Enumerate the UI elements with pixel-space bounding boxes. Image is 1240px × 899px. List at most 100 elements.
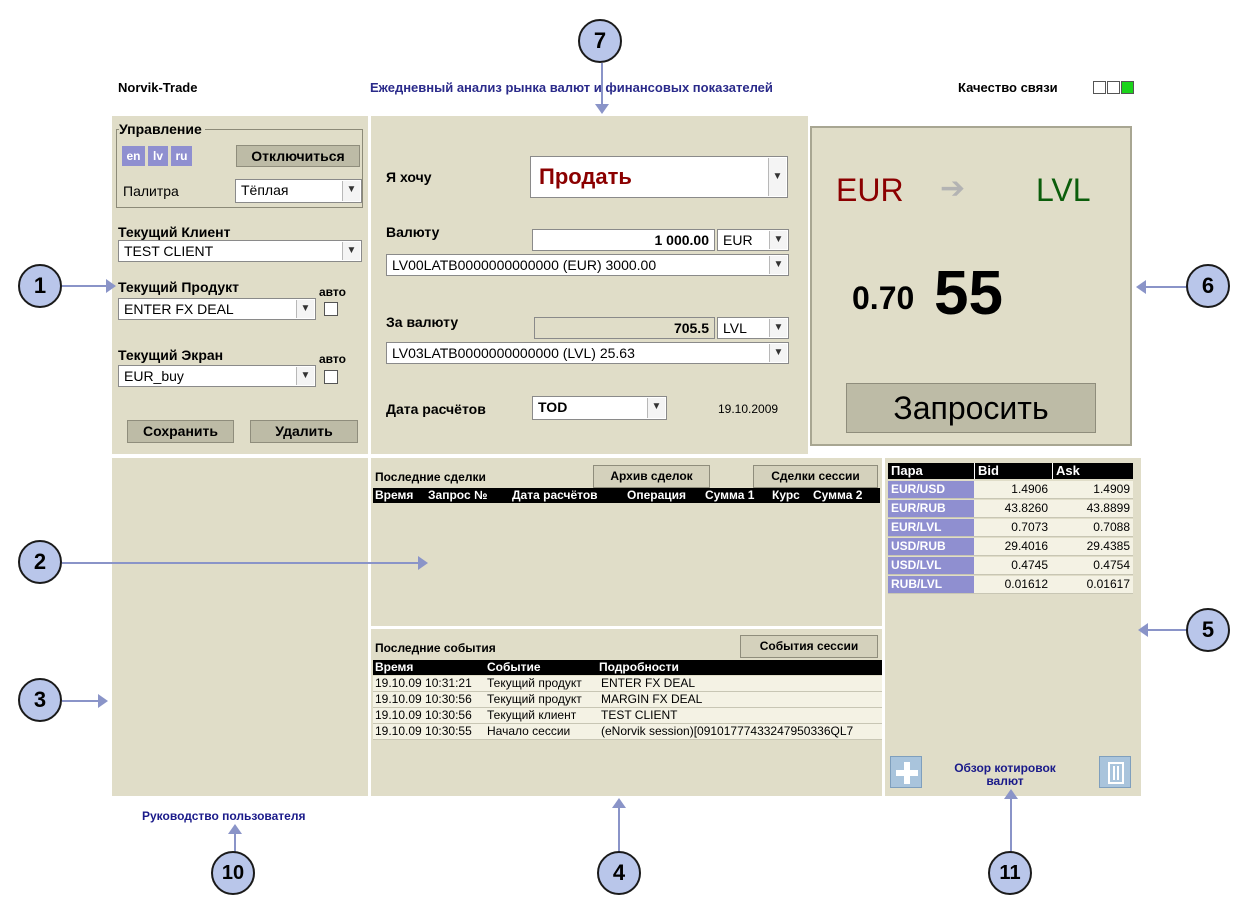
- event-name: Начало сессии: [487, 724, 571, 738]
- callout-4: 4: [597, 851, 641, 895]
- screen-label: Текущий Экран: [118, 347, 224, 363]
- chevron-down-icon: ▼: [342, 242, 360, 260]
- screen-auto-checkbox[interactable]: [324, 370, 338, 384]
- for-amount-input[interactable]: 705.5: [534, 317, 715, 339]
- lang-en-button[interactable]: en: [122, 146, 145, 166]
- quote-row[interactable]: EUR/RUB 43.8260 43.8899: [888, 500, 1133, 518]
- quote-row[interactable]: EUR/LVL 0.7073 0.7088: [888, 519, 1133, 537]
- user-guide-link[interactable]: Руководство пользователя: [142, 809, 305, 823]
- for-currency-value: LVL: [723, 320, 747, 336]
- chevron-down-icon: ▼: [769, 319, 787, 337]
- amount-input[interactable]: 1 000.00: [532, 229, 715, 251]
- quote-ask: 0.01617: [1086, 577, 1130, 591]
- arrow-left-icon: [1136, 280, 1146, 294]
- quote-row[interactable]: USD/LVL 0.4745 0.4754: [888, 557, 1133, 575]
- account-from-select[interactable]: LV00LATB0000000000000 (EUR) 3000.00 ▼: [386, 254, 789, 276]
- settlement-select[interactable]: TOD ▼: [532, 396, 667, 420]
- banner-link[interactable]: Ежедневный анализ рынка валют и финансов…: [370, 80, 773, 95]
- quote-ask: 29.4385: [1086, 539, 1130, 553]
- quote-bid: 0.4745: [1011, 558, 1048, 572]
- amount-currency-value: EUR: [723, 232, 753, 248]
- quote-row[interactable]: USD/RUB 29.4016 29.4385: [888, 538, 1133, 556]
- callout-5: 5: [1186, 608, 1230, 652]
- quote-pair: USD/RUB: [888, 538, 974, 555]
- rate-big-digits: 55: [934, 259, 1003, 328]
- screen-value: EUR_buy: [124, 368, 184, 384]
- session-trades-button[interactable]: Сделки сессии: [753, 465, 878, 488]
- add-quote-icon[interactable]: [890, 756, 922, 788]
- table-row[interactable]: 19.10.09 10:30:56 Текущий продукт MARGIN…: [373, 692, 882, 708]
- callout-6: 6: [1186, 264, 1230, 308]
- session-events-button[interactable]: События сессии: [740, 635, 878, 658]
- callout-1: 1: [18, 264, 62, 308]
- rate-small-digits: 0.70: [852, 280, 915, 316]
- request-quote-button[interactable]: Запросить: [846, 383, 1096, 433]
- col-pair: Пара: [891, 463, 923, 478]
- account-to-select[interactable]: LV03LATB0000000000000 (LVL) 25.63 ▼: [386, 342, 789, 364]
- event-name: Текущий продукт: [487, 676, 582, 690]
- disconnect-button[interactable]: Отключиться: [236, 145, 360, 167]
- client-select[interactable]: TEST CLIENT ▼: [118, 240, 362, 262]
- event-name: Текущий клиент: [487, 708, 577, 722]
- col-request-no: Запрос №: [428, 488, 488, 502]
- quote-row[interactable]: EUR/USD 1.4906 1.4909: [888, 481, 1133, 499]
- callout-7: 7: [578, 19, 622, 63]
- callout-4-connector: [618, 806, 620, 856]
- callout-10: 10: [211, 851, 255, 895]
- client-value: TEST CLIENT: [124, 243, 214, 259]
- client-label: Текущий Клиент: [118, 224, 231, 240]
- event-details: (eNorvik session)[0910177743324795033​6Q…: [601, 724, 854, 738]
- quote-row[interactable]: RUB/LVL 0.01612 0.01617: [888, 576, 1133, 594]
- callout-2: 2: [18, 540, 62, 584]
- amount-currency-select[interactable]: EUR ▼: [717, 229, 789, 251]
- col-rate: Курс: [772, 488, 800, 502]
- quotes-table-header: Пара Bid Ask: [888, 463, 1133, 479]
- screen-select[interactable]: EUR_buy ▼: [118, 365, 316, 387]
- col-operation: Операция: [627, 488, 687, 502]
- quote-bid: 43.8260: [1004, 501, 1048, 515]
- arrow-right-icon: [98, 694, 108, 708]
- save-button[interactable]: Сохранить: [127, 420, 234, 443]
- col-event: Событие: [487, 660, 541, 674]
- col-settlement-date: Дата расчётов: [512, 488, 598, 502]
- col-details: Подробности: [599, 660, 679, 674]
- callout-11-connector: [1010, 795, 1012, 855]
- lang-ru-button[interactable]: ru: [171, 146, 192, 166]
- chevron-down-icon: ▼: [769, 344, 787, 362]
- account-to-value: LV03LATB0000000000000 (LVL) 25.63: [392, 345, 635, 361]
- trades-table-header: Время Запрос № Дата расчётов Операция Су…: [373, 488, 880, 503]
- trade-archive-button[interactable]: Архив сделок: [593, 465, 710, 488]
- quote-pair: RUB/LVL: [888, 576, 974, 593]
- table-row[interactable]: 19.10.09 10:31:21 Текущий продукт ENTER …: [373, 676, 882, 692]
- app-title: Norvik-Trade: [118, 80, 198, 95]
- event-details: ENTER FX DEAL: [601, 676, 696, 690]
- chevron-down-icon: ▼: [342, 181, 360, 201]
- quote-bid: 1.4906: [1011, 482, 1048, 496]
- callout-11: 11: [988, 851, 1032, 895]
- left-lower-panel: [112, 458, 368, 796]
- arrow-right-icon: ➔: [940, 172, 966, 205]
- lang-lv-button[interactable]: lv: [148, 146, 168, 166]
- for-currency-label: За валюту: [386, 314, 459, 330]
- delete-button[interactable]: Удалить: [250, 420, 358, 443]
- product-auto-checkbox[interactable]: [324, 302, 338, 316]
- quotes-header-divider: [974, 463, 975, 479]
- screen-auto-label: авто: [319, 352, 346, 366]
- callout-2-connector: [62, 562, 424, 564]
- calculator-icon[interactable]: [1099, 756, 1131, 788]
- chevron-down-icon: ▼: [647, 398, 665, 418]
- table-row[interactable]: 19.10.09 10:30:55 Начало сессии (eNorvik…: [373, 724, 882, 740]
- quote-pair: EUR/LVL: [888, 519, 974, 536]
- settlement-label: Дата расчётов: [386, 401, 486, 417]
- product-select[interactable]: ENTER FX DEAL ▼: [118, 298, 316, 320]
- col-amount-2: Сумма 2: [813, 488, 863, 502]
- trades-title: Последние сделки: [375, 470, 486, 484]
- table-row[interactable]: 19.10.09 10:30:56 Текущий клиент TEST CL…: [373, 708, 882, 724]
- for-currency-select[interactable]: LVL ▼: [717, 317, 789, 339]
- quotes-overview-link[interactable]: Обзор котировок валют: [945, 762, 1065, 788]
- operation-select[interactable]: Продать ▼: [530, 156, 788, 198]
- arrow-right-icon: [418, 556, 428, 570]
- settlement-date: 19.10.2009: [718, 402, 779, 416]
- rate-from-currency: EUR: [836, 172, 904, 208]
- palette-select[interactable]: Тёплая ▼: [235, 179, 362, 203]
